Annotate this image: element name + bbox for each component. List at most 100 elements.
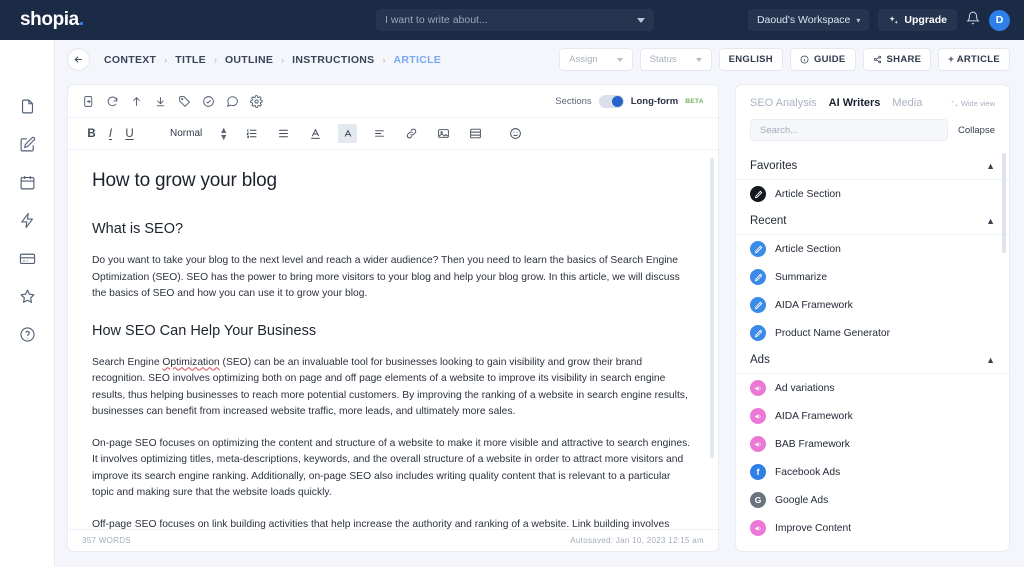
refresh-icon[interactable]: [106, 95, 119, 108]
search-input[interactable]: Search...: [750, 119, 949, 141]
list-item[interactable]: Summarize: [736, 263, 1009, 291]
editor-toolbar: Sections Long-form BETA: [68, 85, 718, 118]
breadcrumb-item-article[interactable]: ARTICLE: [394, 54, 442, 66]
breadcrumb-item-instructions[interactable]: INSTRUCTIONS: [292, 54, 374, 66]
insert-image-button[interactable]: [434, 124, 453, 143]
breadcrumb-item-context[interactable]: CONTEXT: [104, 54, 156, 66]
list-item[interactable]: AIDA Framework: [736, 402, 1009, 430]
list-item-label: BAB Framework: [775, 438, 850, 450]
bolt-icon[interactable]: [19, 212, 36, 229]
bullet-list-button[interactable]: [274, 124, 293, 143]
ordered-list-button[interactable]: [242, 124, 261, 143]
wide-view-button[interactable]: Wide view: [951, 99, 995, 108]
list-item[interactable]: Improve Content: [736, 514, 1009, 542]
word-count: 357 WORDS: [82, 536, 131, 545]
list-item[interactable]: Product Name Generator: [736, 319, 1009, 347]
settings-icon[interactable]: [250, 94, 263, 108]
emoji-button[interactable]: [506, 124, 525, 143]
pencil-icon: [750, 297, 766, 313]
export-icon[interactable]: [82, 95, 95, 108]
underline-button[interactable]: U: [120, 124, 139, 143]
compose-icon[interactable]: [19, 136, 36, 153]
guide-button[interactable]: GUIDE: [789, 48, 856, 71]
group-header-favorites[interactable]: Favorites ▲: [736, 153, 1009, 180]
tab-seo-analysis[interactable]: SEO Analysis: [750, 97, 817, 109]
link-button[interactable]: [402, 124, 421, 143]
group-header-recent[interactable]: Recent ▲: [736, 208, 1009, 235]
list-item-label: Improve Content: [775, 522, 852, 534]
panel-scrollbar[interactable]: [1002, 153, 1006, 253]
group-header-ads[interactable]: Ads ▲: [736, 347, 1009, 374]
pencil-icon: [750, 269, 766, 285]
check-circle-icon[interactable]: [202, 95, 215, 108]
breadcrumb-item-title[interactable]: TITLE: [175, 54, 206, 66]
sparkle-icon: [889, 15, 899, 24]
comment-icon[interactable]: [226, 95, 239, 108]
list-item-label: Product Name Generator: [775, 327, 891, 339]
section-heading-how-seo-helps: How SEO Can Help Your Business: [92, 322, 317, 339]
highlight-color-button[interactable]: [338, 124, 358, 143]
chevron-down-icon: ▾: [856, 15, 861, 25]
upload-icon[interactable]: [130, 95, 143, 108]
upgrade-button[interactable]: Upgrade: [878, 9, 957, 31]
text-color-button[interactable]: [306, 124, 325, 143]
longform-label[interactable]: Long-form: [631, 96, 679, 107]
chevron-up-icon: ▲: [986, 161, 995, 171]
chevron-updown-icon: ▲ ▼: [219, 124, 229, 142]
avatar[interactable]: D: [989, 9, 1010, 31]
italic-button[interactable]: I: [101, 124, 120, 143]
logo-text: shopia: [20, 9, 79, 30]
tag-icon[interactable]: [178, 95, 191, 108]
language-button[interactable]: ENGLISH: [718, 48, 783, 71]
list-item[interactable]: Article Section: [736, 180, 1009, 208]
documents-icon[interactable]: [19, 98, 36, 115]
global-search-input[interactable]: I want to write about...: [376, 9, 654, 31]
workspace-switcher[interactable]: Daoud's Workspace ▾: [747, 9, 870, 31]
section-heading-what-is-seo: What is SEO?: [92, 221, 184, 237]
list-item[interactable]: AIDA Framework: [736, 291, 1009, 319]
logo-dot: .: [78, 9, 84, 30]
star-icon[interactable]: [19, 288, 36, 305]
insert-embed-button[interactable]: [466, 124, 485, 143]
back-button[interactable]: [67, 48, 90, 71]
list-item-label: Facebook Ads: [775, 466, 841, 478]
editor-scrollbar[interactable]: [710, 158, 714, 458]
status-dropdown[interactable]: Status: [639, 48, 712, 71]
collapse-button[interactable]: Collapse: [958, 125, 995, 136]
bold-button[interactable]: B: [82, 124, 101, 143]
help-icon[interactable]: [19, 326, 36, 343]
list-item[interactable]: Article Section: [736, 235, 1009, 263]
billing-icon[interactable]: [19, 250, 36, 267]
download-icon[interactable]: [154, 95, 167, 108]
add-article-button[interactable]: + ARTICLE: [938, 48, 1010, 71]
chevron-down-icon: [695, 57, 702, 62]
app-logo[interactable]: shopia.: [20, 9, 84, 31]
global-search-placeholder: I want to write about...: [385, 14, 488, 26]
calendar-icon[interactable]: [19, 174, 36, 191]
list-item[interactable]: Ad variations: [736, 374, 1009, 402]
sections-label[interactable]: Sections: [555, 96, 591, 107]
tab-ai-writers[interactable]: AI Writers: [829, 97, 881, 109]
guide-label: GUIDE: [813, 54, 846, 65]
breadcrumb-separator: ›: [213, 54, 217, 65]
longform-toggle[interactable]: [598, 94, 624, 108]
tab-media[interactable]: Media: [892, 97, 922, 109]
arrow-left-icon: [74, 56, 82, 63]
pencil-icon: [750, 186, 766, 202]
share-button[interactable]: SHARE: [862, 48, 932, 71]
info-circle-icon: [800, 55, 809, 64]
list-item[interactable]: G Google Ads: [736, 486, 1009, 514]
paragraph-style-dropdown[interactable]: Normal ▲ ▼: [170, 124, 229, 142]
assign-dropdown[interactable]: Assign: [559, 48, 633, 71]
spellcheck-word[interactable]: Optimization: [162, 357, 219, 368]
list-item[interactable]: BAB Framework: [736, 430, 1009, 458]
document-body[interactable]: How to grow your blog What is SEO? Do yo…: [68, 150, 718, 530]
list-item[interactable]: f Facebook Ads: [736, 458, 1009, 486]
chevron-down-icon[interactable]: [637, 17, 645, 23]
workspace-label: Daoud's Workspace: [756, 14, 851, 26]
breadcrumb-item-outline[interactable]: OUTLINE: [225, 54, 273, 66]
google-glyph: G: [754, 495, 762, 505]
notification-bell-icon[interactable]: [966, 11, 980, 30]
align-button[interactable]: [370, 124, 389, 143]
paragraph: On-page SEO focuses on optimizing the co…: [92, 437, 691, 499]
